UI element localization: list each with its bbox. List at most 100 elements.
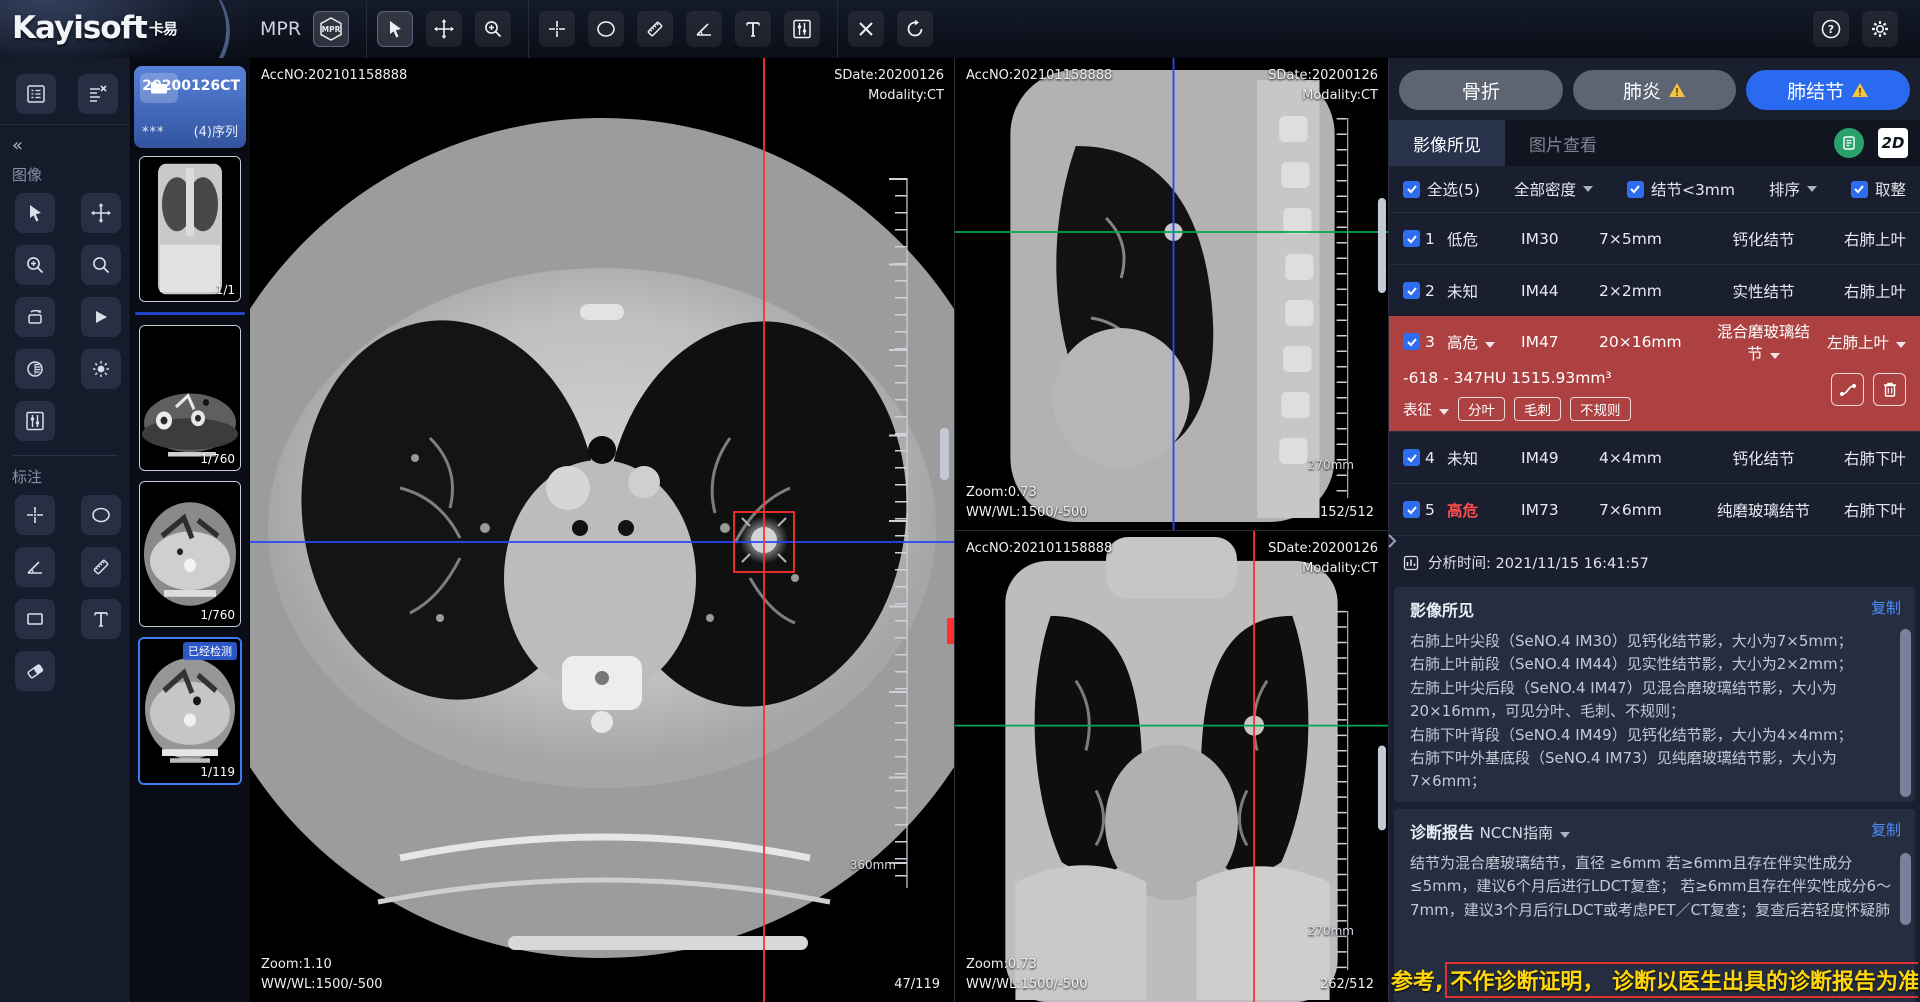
nodule-row-1[interactable]: 1 低危 IM30 7×5mm 钙化结节 右肺上叶	[1389, 212, 1920, 264]
invert-contrast-button[interactable]	[15, 349, 55, 389]
pan-tool-button[interactable]	[426, 11, 462, 47]
mpr-mode-button[interactable]: MPR	[313, 11, 349, 47]
sign-tag-spiculation[interactable]: 毛刺	[1514, 397, 1561, 421]
text-annotation-button[interactable]	[81, 599, 121, 639]
nodule-row-2[interactable]: 2 未知 IM44 2×2mm 实性结节 右肺上叶	[1389, 264, 1920, 316]
tab-imaging-findings[interactable]: 影像所见	[1389, 120, 1505, 166]
panel-collapse-handle[interactable]	[1387, 526, 1401, 556]
mode-2d-toggle[interactable]: 2D	[1878, 128, 1908, 158]
settings-button[interactable]	[1862, 11, 1898, 47]
sidebar-divider	[12, 455, 118, 456]
signs-dropdown[interactable]: 表征	[1403, 399, 1449, 420]
select-all-checkbox[interactable]: 全选(5)	[1403, 178, 1480, 200]
thumbnail-ct-series-4-selected[interactable]: 已经检测 1/119	[138, 637, 242, 785]
caret-down-icon	[1560, 832, 1570, 838]
brightness-button[interactable]	[81, 349, 121, 389]
nodule-row-3-expanded[interactable]: 3 高危 IM47 20×16mm 混合磨玻璃结节 左肺上叶 -618 - 34…	[1389, 316, 1920, 431]
rotate-tool-button[interactable]	[15, 297, 55, 337]
ruler-annotation-button[interactable]	[81, 547, 121, 587]
round-values-checkbox[interactable]: 取整	[1851, 178, 1906, 200]
coronal-study-date: SDate:20200126	[1268, 539, 1378, 559]
pan-tool-button[interactable]	[81, 193, 121, 233]
magnify-tool-button[interactable]	[81, 245, 121, 285]
disclaimer-boxed-text: 不作诊断证明， 诊断以医生出具的诊断报告为准！	[1445, 962, 1918, 998]
text-icon	[91, 609, 111, 629]
report-title: 诊断报告 NCCN指南	[1410, 819, 1899, 843]
caret-down-icon	[1583, 186, 1593, 192]
report-button[interactable]	[1834, 128, 1864, 158]
study-header[interactable]: 20200126CT *** (4)序列	[134, 66, 246, 148]
checkbox-checked-icon[interactable]	[1403, 333, 1420, 350]
collapse-sidebar-button[interactable]: «	[0, 131, 130, 158]
small-nodule-checkbox[interactable]: 结节<3mm	[1627, 178, 1735, 200]
thumbnail-ct-series-3[interactable]: 1/760	[139, 481, 241, 627]
findings-scrollbar[interactable]	[1900, 629, 1911, 797]
nodule-row-5[interactable]: 5 高危 IM73 7×6mm 纯磨玻璃结节 右肺下叶	[1389, 483, 1920, 535]
tab-fracture[interactable]: 骨折	[1399, 70, 1563, 110]
checkbox-checked-icon[interactable]	[1403, 501, 1420, 518]
patient-name-masked: ***	[142, 125, 165, 140]
guideline-dropdown[interactable]: NCCN指南	[1480, 824, 1570, 842]
nodule-type-dropdown[interactable]: 混合磨玻璃结节	[1717, 320, 1810, 364]
tab-imaging-findings-label: 影像所见	[1413, 131, 1481, 156]
sort-dropdown[interactable]: 排序	[1769, 178, 1817, 200]
checkbox-checked-icon[interactable]	[1403, 282, 1420, 299]
nodule-location-dropdown[interactable]: 左肺上叶	[1810, 331, 1906, 353]
checkbox-checked-icon[interactable]	[1627, 181, 1644, 198]
checkbox-checked-icon[interactable]	[1403, 230, 1420, 247]
help-button[interactable]: ?	[1813, 11, 1849, 47]
series-list-button[interactable]	[16, 74, 56, 114]
rectangle-annotation-button[interactable]	[15, 599, 55, 639]
top-toolbar: Kayisoft卡易 MPR MPR	[0, 0, 1920, 59]
nodule-row-4[interactable]: 4 未知 IM49 4×4mm 钙化结节 右肺下叶	[1389, 431, 1920, 483]
axial-viewport[interactable]: AccNO:202101158888 SDate:20200126 Modali…	[250, 58, 955, 1002]
tab-image-view[interactable]: 图片查看	[1505, 120, 1621, 166]
thumbnail-ct-series-2[interactable]: 1/760	[139, 325, 241, 471]
tab-image-view-label: 图片查看	[1529, 131, 1597, 156]
delete-annotation-button[interactable]	[848, 11, 884, 47]
thumbnail-slice-count: 1/1	[216, 283, 235, 297]
windowing-button[interactable]	[15, 401, 55, 441]
nodule-risk-dropdown[interactable]: 高危	[1447, 331, 1521, 353]
checkbox-checked-icon[interactable]	[1403, 181, 1420, 198]
copy-findings-link[interactable]: 复制	[1871, 597, 1901, 618]
coronal-viewport[interactable]: AccNO:202101158888 SDate:20200126 Modali…	[955, 531, 1388, 1002]
ruler-tool-button[interactable]	[637, 11, 673, 47]
caret-down-icon	[1896, 342, 1906, 348]
text-tool-button[interactable]	[735, 11, 771, 47]
angle-annotation-button[interactable]	[15, 547, 55, 587]
zoom-in-tool-button[interactable]	[475, 11, 511, 47]
windowing-tool-button[interactable]	[784, 11, 820, 47]
tab-pneumonia[interactable]: 肺炎	[1573, 70, 1737, 110]
pan-icon	[434, 19, 454, 39]
tab-lung-nodule[interactable]: 肺结节	[1746, 70, 1910, 110]
followup-compare-button[interactable]	[1831, 373, 1864, 406]
density-filter-dropdown[interactable]: 全部密度	[1514, 178, 1593, 200]
thumbnail-xray-series[interactable]: 1/1	[139, 156, 241, 302]
report-scrollbar[interactable]	[1900, 853, 1911, 925]
ellipse-tool-button[interactable]	[588, 11, 624, 47]
reset-view-button[interactable]	[897, 11, 933, 47]
checkbox-checked-icon[interactable]	[1403, 449, 1420, 466]
angle-tool-button[interactable]	[686, 11, 722, 47]
contrast-icon	[25, 359, 45, 379]
nodule-risk: 高危	[1447, 334, 1478, 352]
brand-suffix: 卡易	[149, 20, 177, 38]
delete-nodule-button[interactable]	[1873, 373, 1906, 406]
nodule-row-3[interactable]: 3 高危 IM47 20×16mm 混合磨玻璃结节 左肺上叶	[1389, 316, 1920, 367]
sign-tag-lobulation[interactable]: 分叶	[1458, 397, 1505, 421]
eraser-button[interactable]	[15, 651, 55, 691]
close-layout-button[interactable]	[78, 74, 118, 114]
cursor-tool-button[interactable]	[15, 193, 55, 233]
cursor-tool-button[interactable]	[377, 11, 413, 47]
checkbox-checked-icon[interactable]	[1851, 181, 1868, 198]
toolbar-separator	[528, 0, 529, 58]
ellipse-annotation-button[interactable]	[81, 495, 121, 535]
sagittal-viewport[interactable]: AccNO:202101158888 SDate:20200126 Modali…	[955, 58, 1388, 531]
cine-play-button[interactable]	[81, 297, 121, 337]
crosshair-annotation-button[interactable]	[15, 495, 55, 535]
sign-tag-irregular[interactable]: 不规则	[1570, 397, 1631, 421]
zoom-in-tool-button[interactable]	[15, 245, 55, 285]
copy-report-link[interactable]: 复制	[1871, 819, 1901, 840]
crosshair-tool-button[interactable]	[539, 11, 575, 47]
